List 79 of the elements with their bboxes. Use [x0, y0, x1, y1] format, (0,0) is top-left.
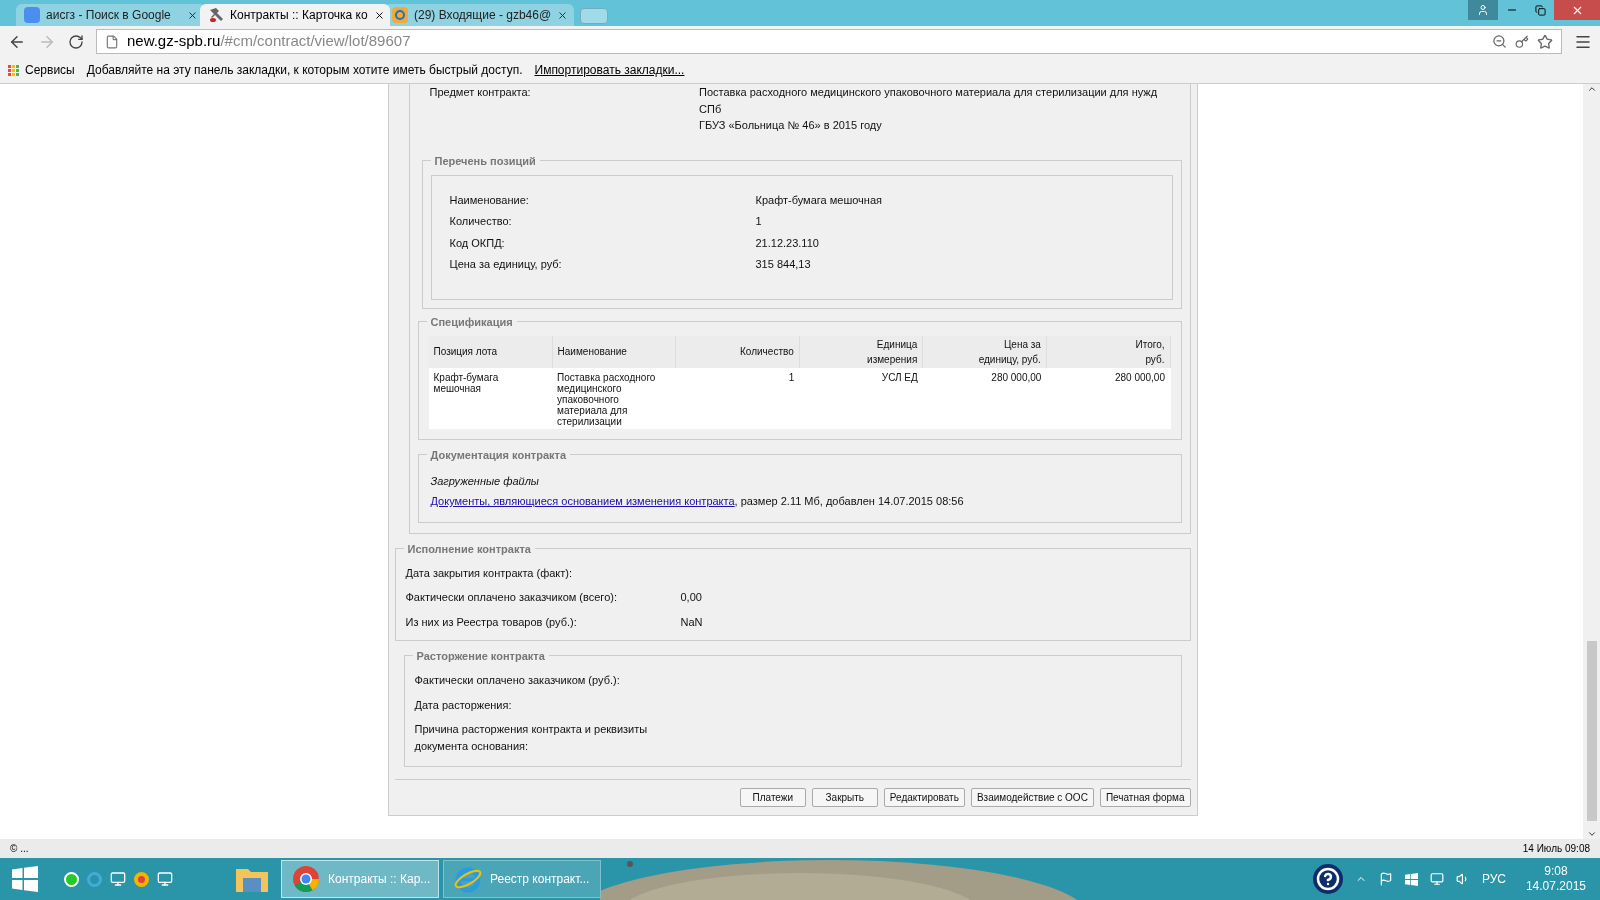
- column-header[interactable]: Количество: [675, 335, 800, 368]
- window-title: Реестр контракт...: [490, 871, 590, 888]
- field-label: Фактически оплачено заказчиком (руб.):: [414, 673, 621, 688]
- field-label: Наименование:: [449, 192, 530, 208]
- field-label: Предмет контракта:: [429, 85, 532, 100]
- browser-tab[interactable]: Контракты :: Карточка ко: [200, 4, 390, 26]
- close-button[interactable]: [1554, 0, 1600, 20]
- address-bar[interactable]: new.gz-spb.ru/#cm/contract/view/lot/89607: [96, 29, 1562, 54]
- url-text: new.gz-spb.ru/#cm/contract/view/lot/89607: [127, 31, 412, 52]
- zoom-icon[interactable]: [1492, 34, 1507, 49]
- field-value: 1: [755, 214, 762, 229]
- clock[interactable]: 9:08 14.07.2015: [1525, 864, 1586, 894]
- close-icon[interactable]: [373, 9, 385, 21]
- action-button[interactable]: Редактировать: [883, 788, 965, 807]
- field-label: Дата закрытия контракта (факт):: [405, 565, 574, 581]
- column-header[interactable]: Цена за единицу, руб.: [922, 335, 1047, 368]
- window-title: Контракты :: Кар...: [328, 871, 431, 888]
- field-label: Фактически оплачено заказчиком (всего):: [405, 590, 618, 605]
- field-label: Цена за единицу, руб:: [449, 257, 563, 272]
- bookmarks-hint: Добавляйте на эту панель закладки, к которым хотите иметь быстрый доступ.: [86, 62, 523, 79]
- action-button[interactable]: Платежи: [739, 788, 806, 807]
- help-icon[interactable]: [1312, 864, 1343, 894]
- file-entry: Документы, являющиеся основанием изменения контракта, размер 2.11 Мб, добавлен 14.07.2015 08:56: [430, 494, 965, 509]
- windows-icon[interactable]: [1404, 872, 1418, 886]
- scroll-up-icon[interactable]: [1586, 84, 1597, 94]
- key-icon[interactable]: [1515, 34, 1529, 49]
- status-text: © ...: [10, 842, 29, 856]
- tab-title: (29) Входящие - gzb46@: [414, 7, 552, 24]
- tab-title: Контракты :: Карточка ко: [230, 7, 368, 24]
- language-indicator[interactable]: РУС: [1481, 870, 1506, 888]
- table-cell: Крафт-бумага мешочная: [428, 367, 553, 429]
- column-header[interactable]: Позиция лота: [428, 335, 553, 368]
- action-button[interactable]: Закрыть: [811, 788, 878, 807]
- field-value: 315 844,13: [755, 257, 811, 272]
- field-value: 0,00: [680, 590, 702, 605]
- action-button[interactable]: Взаимодействие с ООС: [970, 788, 1094, 807]
- field-label: Код ОКПД:: [449, 235, 506, 251]
- field-value: Поставка расходного медицинского упаковочного материала для стерилизации для нужд СПб: [699, 85, 1159, 117]
- page-icon: [105, 34, 119, 49]
- import-bookmarks-link[interactable]: Импортировать закладки...: [534, 61, 685, 79]
- files-subtitle: Загруженные файлы: [430, 473, 540, 489]
- flag-icon[interactable]: [1378, 872, 1393, 886]
- field-value: 21.12.23.110: [755, 235, 819, 251]
- tools-icon: [208, 7, 224, 23]
- restore-icon: [1534, 4, 1546, 16]
- monitor-icon[interactable]: [157, 871, 173, 887]
- tab-title: аисгз - Поиск в Google: [46, 7, 172, 24]
- clock-time: 9:08: [1544, 864, 1568, 879]
- document-link[interactable]: Документы, являющиеся основанием изменения контракта: [430, 495, 735, 507]
- close-icon[interactable]: [187, 9, 198, 21]
- status-date: 14 Июль 09:08: [1522, 842, 1590, 856]
- table-cell: УСЛ ЕД: [799, 367, 923, 429]
- field-label: Из них из Реестра товаров (руб.):: [405, 614, 578, 630]
- close-icon[interactable]: [557, 9, 569, 21]
- field-label: Дата расторжения:: [414, 697, 513, 713]
- google-icon: [24, 7, 40, 23]
- table-cell: 280 000,00: [1046, 367, 1170, 429]
- profile-button[interactable]: [1468, 0, 1498, 20]
- table-cell: Поставка расходного медицинского упаковочного материала для стерилизации: [552, 367, 676, 429]
- scroll-down-icon[interactable]: [1586, 829, 1597, 839]
- field-value: Крафт-бумага мешочная: [755, 192, 882, 208]
- column-header[interactable]: Наименование: [552, 335, 676, 368]
- field-label: Количество:: [449, 214, 513, 229]
- action-button[interactable]: Печатная форма: [1099, 788, 1191, 807]
- column-header[interactable]: Единица измерения: [799, 335, 923, 368]
- table-cell: 280 000,00: [922, 367, 1047, 429]
- field-label: Причина расторжения контракта и реквизиты документа основания:: [414, 722, 649, 754]
- windows-start-icon[interactable]: [12, 866, 38, 892]
- column-header[interactable]: Итого, руб.: [1046, 335, 1170, 368]
- star-icon[interactable]: [1537, 33, 1553, 50]
- scrollbar-thumb[interactable]: [1586, 641, 1597, 821]
- user-icon: [1477, 4, 1489, 16]
- table-cell: 1: [675, 367, 800, 429]
- apps-button[interactable]: Сервисы: [8, 61, 75, 79]
- reload-icon[interactable]: [68, 33, 84, 50]
- field-value: NaN: [680, 614, 703, 630]
- scrollbar[interactable]: [1583, 84, 1600, 839]
- clock-date: 14.07.2015: [1525, 879, 1586, 894]
- field-value: ГБУЗ «Больница № 46» в 2015 году: [699, 118, 883, 133]
